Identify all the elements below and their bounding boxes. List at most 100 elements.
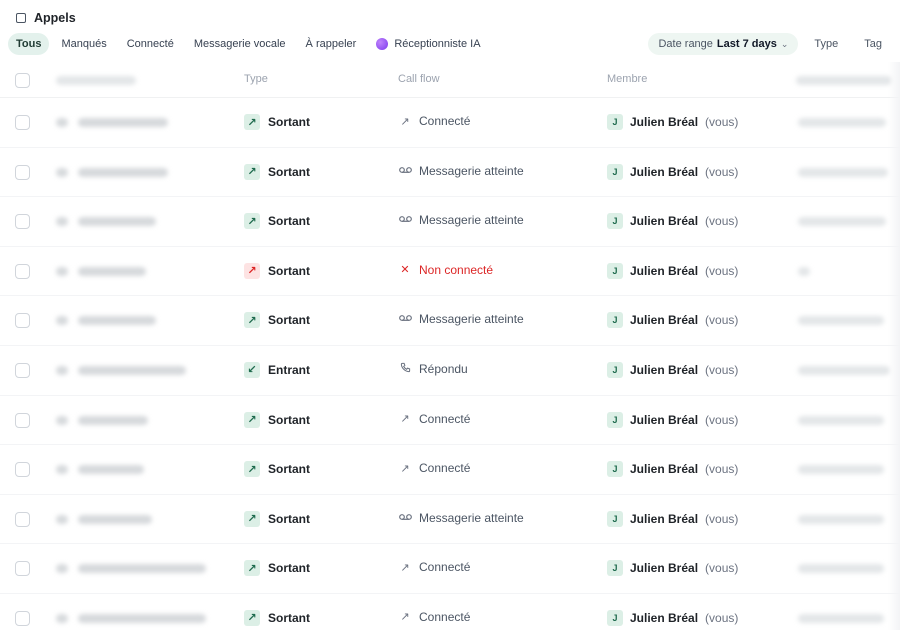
tab-connecte[interactable]: Connecté <box>119 33 182 55</box>
avatar: J <box>607 312 623 329</box>
member-you-label: (vous) <box>705 214 739 229</box>
tab-a-rappeler[interactable]: À rappeler <box>298 33 365 55</box>
filters-bar: Date range Last 7 days ⌄ Type Tag <box>648 33 892 55</box>
row-checkbox[interactable] <box>15 115 30 130</box>
member-you-label: (vous) <box>705 263 739 278</box>
contact-avatar <box>56 613 68 623</box>
contact-avatar <box>56 118 68 127</box>
member-name: Julien Bréal <box>630 263 699 278</box>
member-you-label: (vous) <box>705 511 739 526</box>
type-cell: ↗ Sortant <box>244 411 310 428</box>
date-range-filter[interactable]: Date range Last 7 days ⌄ <box>648 33 799 55</box>
extra-cell <box>798 564 884 574</box>
contact-name <box>78 217 156 227</box>
member-name: Julien Bréal <box>630 412 699 427</box>
contact-name <box>78 316 156 326</box>
tab-messagerie-vocale[interactable]: Messagerie vocale <box>186 33 294 55</box>
voicemail-icon <box>398 512 412 524</box>
type-filter[interactable]: Type <box>804 33 848 55</box>
row-checkbox[interactable] <box>15 462 30 478</box>
table-row[interactable]: ↗ Sortant ↗ Connecté J Julien Bréal (vou… <box>0 396 900 446</box>
table-row[interactable]: ↗ Sortant Messagerie atteinte J Julien B… <box>0 296 900 346</box>
type-label: Entrant <box>268 362 310 377</box>
table-row[interactable]: ↗ Sortant ↗ Connecté J Julien Bréal (vou… <box>0 445 900 495</box>
arrow-up-right-icon: ↗ <box>244 262 260 279</box>
member-name: Julien Bréal <box>630 511 699 526</box>
contact-avatar <box>56 217 68 227</box>
tab-manques[interactable]: Manqués <box>53 33 114 55</box>
member-cell: J Julien Bréal (vous) <box>607 510 739 527</box>
table-body: ↗ Sortant ↗ Connecté J Julien Bréal (vou… <box>0 98 900 630</box>
table-row[interactable]: ↗ Sortant Messagerie atteinte J Julien B… <box>0 495 900 545</box>
avatar: J <box>607 411 623 428</box>
contact-avatar <box>56 266 68 276</box>
arrow-up-right-icon: ↗ <box>400 462 410 475</box>
type-label: Sortant <box>268 462 310 477</box>
tab-tous[interactable]: Tous <box>8 33 50 55</box>
extra-cell <box>798 465 884 475</box>
tab-receptionniste-ia-label: Réceptionniste IA <box>394 38 481 50</box>
member-you-label: (vous) <box>705 313 739 328</box>
type-cell: ↙ Entrant <box>244 361 310 378</box>
call-flow-cell: Messagerie atteinte <box>398 511 524 525</box>
contact-column-header <box>56 76 136 85</box>
row-checkbox[interactable] <box>15 362 30 378</box>
member-you-label: (vous) <box>705 412 739 427</box>
row-checkbox[interactable] <box>15 164 30 180</box>
close-icon: ✕ <box>400 264 410 277</box>
call-flow-label: Connecté <box>419 609 471 624</box>
avatar: J <box>607 114 623 130</box>
member-cell: J Julien Bréal (vous) <box>607 411 739 428</box>
phone-icon <box>398 362 412 376</box>
call-flow-label: Messagerie atteinte <box>419 510 524 525</box>
avatar: J <box>607 213 623 230</box>
tab-receptionniste-ia[interactable]: Réceptionniste IA <box>368 33 488 55</box>
voicemail-icon <box>398 214 412 226</box>
ai-orb-icon <box>376 38 389 50</box>
contact-avatar <box>56 167 68 177</box>
arrow-up-right-icon: ↗ <box>244 312 260 329</box>
table-row[interactable]: ↗ Sortant ↗ Connecté J Julien Bréal (vou… <box>0 544 900 594</box>
arrow-up-right-icon: ↗ <box>244 461 260 478</box>
table-row[interactable]: ↗ Sortant ✕ Non connecté J Julien Bréal … <box>0 247 900 297</box>
table-row[interactable]: ↗ Sortant Messagerie atteinte J Julien B… <box>0 197 900 247</box>
row-checkbox[interactable] <box>15 263 30 279</box>
call-flow-cell: Messagerie atteinte <box>398 213 524 227</box>
tag-filter[interactable]: Tag <box>854 33 892 55</box>
member-column-header: Membre <box>607 73 648 85</box>
arrow-up-right-icon: ↗ <box>400 611 410 624</box>
row-checkbox[interactable] <box>15 214 30 230</box>
row-checkbox[interactable] <box>15 561 30 577</box>
table-row[interactable]: ↙ Entrant Répondu J Julien Bréal (vous) <box>0 346 900 396</box>
row-checkbox[interactable] <box>15 313 30 329</box>
table-row[interactable]: ↗ Sortant Messagerie atteinte J Julien B… <box>0 148 900 198</box>
contact-name <box>78 465 144 475</box>
row-checkbox[interactable] <box>15 412 30 428</box>
member-you-label: (vous) <box>705 462 739 477</box>
avatar: J <box>607 510 623 527</box>
type-cell: ↗ Sortant <box>244 609 310 626</box>
member-name: Julien Bréal <box>630 214 699 229</box>
member-you-label: (vous) <box>705 164 739 179</box>
contact-name <box>78 365 186 375</box>
avatar: J <box>607 560 623 577</box>
member-cell: J Julien Bréal (vous) <box>607 213 739 230</box>
page-header: Appels <box>16 10 76 26</box>
select-all-checkbox[interactable] <box>15 73 30 88</box>
table-row[interactable]: ↗ Sortant ↗ Connecté J Julien Bréal (vou… <box>0 594 900 630</box>
arrow-up-right-icon: ↗ <box>400 561 410 574</box>
type-cell: ↗ Sortant <box>244 312 310 329</box>
call-flow-label: Messagerie atteinte <box>419 312 524 327</box>
type-label: Sortant <box>268 263 310 278</box>
row-checkbox[interactable] <box>15 511 30 527</box>
member-cell: J Julien Bréal (vous) <box>607 609 738 626</box>
row-checkbox[interactable] <box>15 610 30 626</box>
arrow-up-right-icon: ↗ <box>400 413 410 426</box>
type-label: Sortant <box>268 610 310 625</box>
page-title: Appels <box>34 11 76 25</box>
table-row[interactable]: ↗ Sortant ↗ Connecté J Julien Bréal (vou… <box>0 98 900 148</box>
date-range-value: Last 7 days <box>716 38 777 50</box>
call-flow-cell: ↗ Connecté <box>398 114 470 128</box>
call-flow-cell: ↗ Connecté <box>398 412 470 426</box>
type-label: Sortant <box>268 511 310 526</box>
